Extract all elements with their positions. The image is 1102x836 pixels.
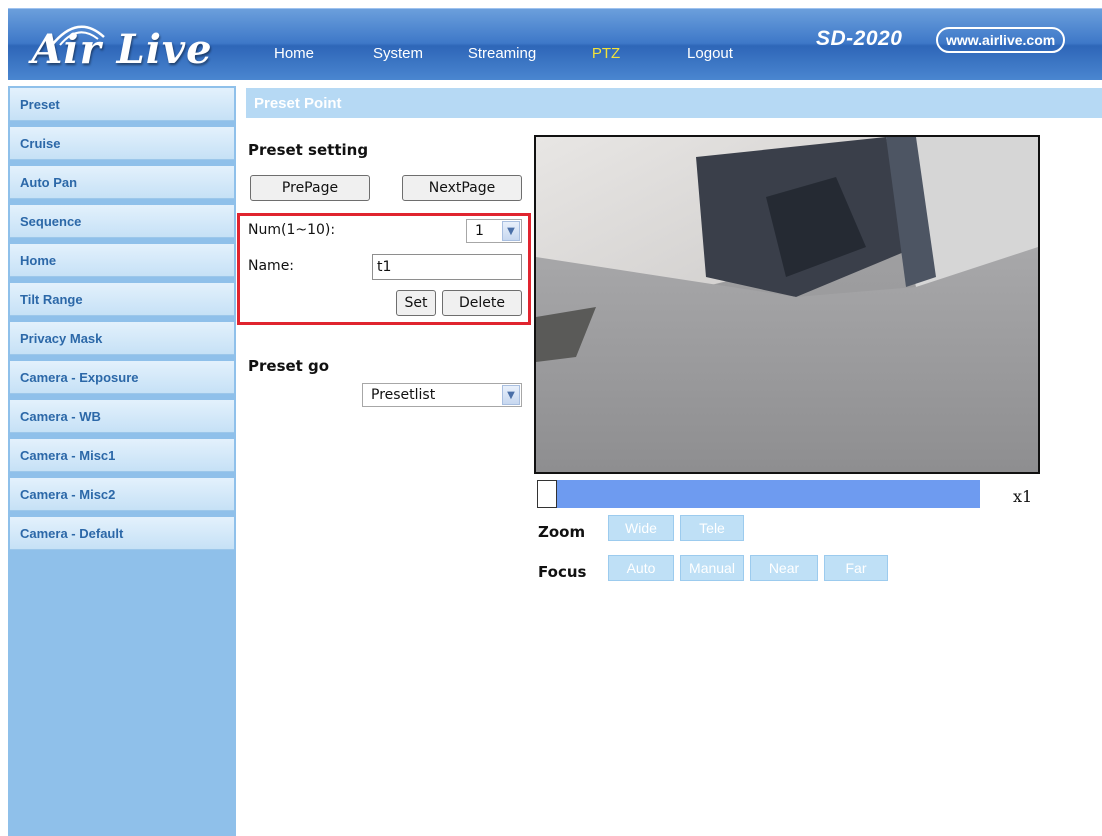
nav-streaming[interactable]: Streaming (450, 9, 554, 81)
section-title-bar: Preset Point (246, 88, 1102, 118)
site-badge: www.airlive.com (936, 27, 1066, 53)
zoom-slider-handle[interactable] (537, 480, 557, 508)
nav-home[interactable]: Home (242, 9, 346, 81)
focus-near-button[interactable]: Near (750, 555, 818, 581)
header: Air Live Home System Streaming PTZ Logou… (8, 8, 1102, 80)
focus-label: Focus (538, 563, 587, 581)
live-video-view[interactable] (534, 135, 1040, 474)
wireless-arc-icon (51, 25, 105, 46)
num-select-value: 1 (475, 223, 484, 239)
nav-system[interactable]: System (346, 9, 450, 81)
sidebar-item-camera-exposure[interactable]: Camera - Exposure (10, 361, 234, 394)
sidebar-item-camera-wb[interactable]: Camera - WB (10, 400, 234, 433)
sidebar: Preset Cruise Auto Pan Sequence Home Til… (8, 86, 236, 836)
zoom-slider-track[interactable] (556, 480, 980, 508)
prepage-button[interactable]: PrePage (250, 175, 370, 201)
focus-auto-button[interactable]: Auto (608, 555, 674, 581)
set-button[interactable]: Set (396, 290, 436, 316)
zoom-label: Zoom (538, 523, 586, 541)
zoom-level-readout: x1 (1013, 487, 1033, 506)
chevron-down-icon[interactable]: ▼ (502, 385, 520, 405)
sidebar-item-camera-misc1[interactable]: Camera - Misc1 (10, 439, 234, 472)
sidebar-item-sequence[interactable]: Sequence (10, 205, 234, 238)
sidebar-item-camera-default[interactable]: Camera - Default (10, 517, 234, 550)
delete-button[interactable]: Delete (442, 290, 522, 316)
presetlist-select[interactable]: Presetlist ▼ (362, 383, 522, 407)
preset-setting-heading: Preset setting (248, 141, 369, 159)
airlive-logo: Air Live (8, 9, 236, 81)
camera-feed-image (536, 137, 1038, 472)
zoom-tele-button[interactable]: Tele (680, 515, 744, 541)
sidebar-item-camera-misc2[interactable]: Camera - Misc2 (10, 478, 234, 511)
sidebar-item-preset[interactable]: Preset (10, 88, 234, 121)
nextpage-button[interactable]: NextPage (402, 175, 522, 201)
num-label: Num(1~10): (248, 222, 336, 238)
nav-ptz[interactable]: PTZ (554, 9, 658, 81)
nav-logout[interactable]: Logout (658, 9, 762, 81)
sidebar-item-auto-pan[interactable]: Auto Pan (10, 166, 234, 199)
num-select[interactable]: 1 ▼ (466, 219, 522, 243)
preset-go-heading: Preset go (248, 357, 330, 375)
preset-name-input[interactable]: t1 (372, 254, 522, 280)
sidebar-item-tilt-range[interactable]: Tilt Range (10, 283, 234, 316)
sidebar-item-home[interactable]: Home (10, 244, 234, 277)
model-name: SD-2020 (816, 27, 903, 50)
top-nav: Home System Streaming PTZ Logout (242, 9, 762, 81)
presetlist-select-value: Presetlist (371, 387, 436, 403)
sidebar-item-privacy-mask[interactable]: Privacy Mask (10, 322, 234, 355)
sidebar-item-cruise[interactable]: Cruise (10, 127, 234, 160)
focus-far-button[interactable]: Far (824, 555, 888, 581)
focus-manual-button[interactable]: Manual (680, 555, 744, 581)
name-label: Name: (248, 258, 295, 274)
zoom-wide-button[interactable]: Wide (608, 515, 674, 541)
chevron-down-icon[interactable]: ▼ (502, 221, 520, 241)
